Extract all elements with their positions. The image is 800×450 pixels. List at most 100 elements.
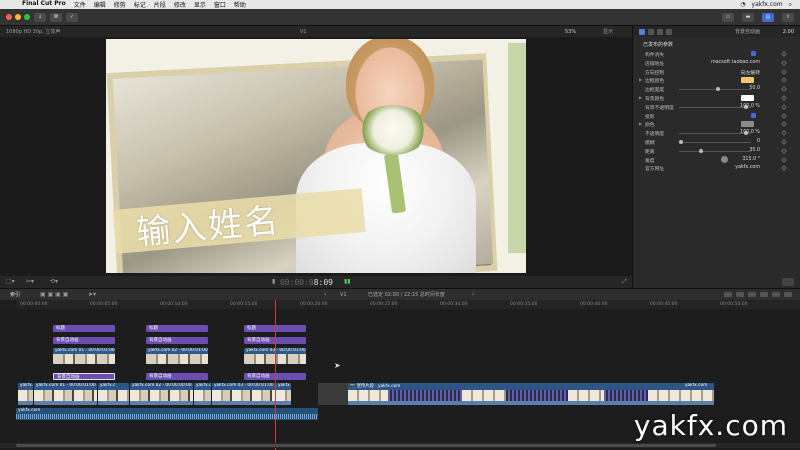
menu-item[interactable]: 文件 <box>74 0 86 9</box>
menu-item[interactable]: 修剪 <box>114 0 126 9</box>
keyframe-icon[interactable] <box>781 165 787 172</box>
checkbox[interactable] <box>751 112 756 118</box>
primary-clip[interactable]: yakfx.c <box>98 383 129 405</box>
title-clip[interactable]: 背景自动画 <box>53 337 115 344</box>
title-clip[interactable]: 背景自动画 <box>146 337 208 344</box>
keyframe-icon[interactable] <box>781 103 787 110</box>
keyframe-icon[interactable] <box>781 59 787 66</box>
inspector-row[interactable]: ▶ 颜色 <box>633 120 800 129</box>
import-button[interactable]: ↓ <box>34 12 46 22</box>
retime-icon[interactable]: ⟲▾ <box>50 278 58 285</box>
playhead[interactable] <box>275 300 276 450</box>
slider-knob[interactable] <box>716 87 721 92</box>
inspector-row[interactable]: ▶ 背景颜色 <box>633 94 800 103</box>
slider-knob[interactable] <box>699 148 704 153</box>
menubar-site[interactable]: yakfx.com <box>752 1 783 8</box>
menu-item[interactable]: 窗口 <box>214 0 226 9</box>
transform-icon[interactable]: ⬚▾ <box>6 278 15 285</box>
effects-browser-icon[interactable] <box>784 292 792 297</box>
promo-clip[interactable]: 📷 宣传片段 · yakfx.com yakfx.com <box>348 383 714 405</box>
disclosure-icon[interactable]: ▶ <box>639 95 642 100</box>
share-icon[interactable]: ⇪ <box>782 12 794 22</box>
keyframe-icon[interactable] <box>781 68 787 75</box>
timeline-ruler[interactable]: 00:00:00:00 00:00:05:00 00:00:10:00 00:00:1… <box>16 300 800 309</box>
audio-clip[interactable]: yakfx.com <box>16 408 318 420</box>
keyframe-icon[interactable] <box>781 77 787 84</box>
keyword-button[interactable]: ⌘ <box>50 12 62 22</box>
connected-media-clip[interactable]: yakfx.com 02 - 00:00:01:00 <box>146 348 208 364</box>
primary-clip[interactable]: yakfx.com 02 - 00:00:00:00 <box>130 383 193 405</box>
close-icon[interactable] <box>6 14 12 20</box>
search-icon[interactable]: ⌕ <box>789 1 792 9</box>
inspector-row[interactable]: 官方网址 yakfx.com <box>633 164 800 173</box>
inspector-row[interactable]: 角度 315.0 ° <box>633 155 800 165</box>
param-value[interactable]: yakfx.com <box>735 165 760 170</box>
title-clip[interactable]: 标题 <box>53 325 115 332</box>
inspector-row[interactable]: 构件消失 <box>633 50 800 59</box>
inspector-row[interactable]: 边框宽度 50.0 <box>633 85 800 94</box>
param-slider[interactable] <box>679 139 751 144</box>
param-value[interactable]: 50.0 <box>749 86 760 91</box>
minimize-icon[interactable] <box>15 14 21 20</box>
fullscreen-icon[interactable]: ⤢ <box>622 278 627 286</box>
primary-clip[interactable]: yakfx.com 01 - 00:00:01:00 <box>34 383 97 405</box>
keyframe-icon[interactable] <box>781 86 787 93</box>
param-slider[interactable] <box>679 87 751 92</box>
color-swatch[interactable] <box>741 121 754 128</box>
param-value[interactable]: macsoft.taobao.com <box>711 60 760 65</box>
slider-knob[interactable] <box>679 139 683 144</box>
primary-clip[interactable]: yakfx.com 01 <box>18 383 33 405</box>
snapping-icon[interactable] <box>760 292 768 297</box>
title-clip[interactable]: 背景自动画 <box>53 373 115 380</box>
color-swatch[interactable] <box>741 94 754 101</box>
zoom-icon[interactable] <box>24 14 30 20</box>
viewer[interactable]: 输入姓名 <box>0 37 632 276</box>
inspector-toggle-icon[interactable]: ▤ <box>762 12 774 22</box>
solo-icon[interactable] <box>748 292 756 297</box>
inspector-row[interactable]: 不透明度 100.0 % <box>633 129 800 138</box>
display-menu[interactable]: 显示 <box>603 28 613 35</box>
primary-clip[interactable]: yakfx. <box>276 383 291 405</box>
primary-clip[interactable]: yakfx.c <box>194 383 211 405</box>
menu-item[interactable]: 编辑 <box>94 0 106 9</box>
keyframe-icon[interactable] <box>781 130 787 137</box>
clip-appearance-icons[interactable]: ▣ ▣ ▣ ▣ <box>40 291 68 298</box>
background-tasks-button[interactable]: ✓ <box>66 12 78 22</box>
back-icon[interactable]: ‹ <box>324 291 326 298</box>
wifi-icon[interactable]: ◔ <box>740 1 745 8</box>
checkbox[interactable] <box>751 51 756 56</box>
param-slider[interactable] <box>679 148 751 153</box>
param-value[interactable]: 向左缓转 <box>741 69 760 76</box>
clip-settings-icon[interactable] <box>772 292 780 297</box>
inspector-row[interactable]: 背景不透明度 100.0 % <box>633 103 800 112</box>
keyframe-icon[interactable] <box>781 51 787 57</box>
audio-skimming-icon[interactable] <box>736 292 744 297</box>
inspector-row[interactable]: 方向控制 向左缓转 <box>633 68 800 77</box>
menu-item[interactable]: 修改 <box>174 0 186 9</box>
menu-item[interactable]: 显示 <box>194 0 206 9</box>
index-button[interactable]: 索引 <box>10 291 20 298</box>
param-value[interactable]: 100.0 % <box>740 130 760 135</box>
inspector-row[interactable]: 投影 <box>633 112 800 121</box>
angle-dial[interactable] <box>721 155 728 163</box>
inspector-row[interactable]: 模糊 0 <box>633 138 800 147</box>
keyframe-icon[interactable] <box>781 112 787 119</box>
enhance-icon[interactable]: ✂▾ <box>26 278 34 285</box>
param-value[interactable]: 100.0 % <box>740 104 760 109</box>
inspector-row[interactable]: 距离 35.0 <box>633 147 800 156</box>
inspector-row[interactable]: 店铺地址 macsoft.taobao.com <box>633 59 800 68</box>
gap-clip[interactable] <box>318 383 348 405</box>
connected-media-clip[interactable]: yakfx.com 01 - 00:00:01:00 <box>53 348 115 364</box>
color-swatch[interactable] <box>741 77 754 84</box>
skimming-icon[interactable] <box>724 292 732 297</box>
tool-select-icon[interactable]: ➤▾ <box>88 291 96 298</box>
keyframe-icon[interactable] <box>781 147 787 154</box>
keyframe-icon[interactable] <box>781 139 787 145</box>
filter-inspector-tab[interactable] <box>657 28 663 35</box>
menu-item[interactable]: 标记 <box>134 0 146 9</box>
keyframe-icon[interactable] <box>781 95 787 101</box>
zoom-menu[interactable]: 53% <box>565 29 576 35</box>
disclosure-icon[interactable]: ▶ <box>639 121 642 126</box>
video-inspector-tab[interactable] <box>648 28 654 35</box>
play-icon[interactable]: ▮ <box>272 278 275 285</box>
